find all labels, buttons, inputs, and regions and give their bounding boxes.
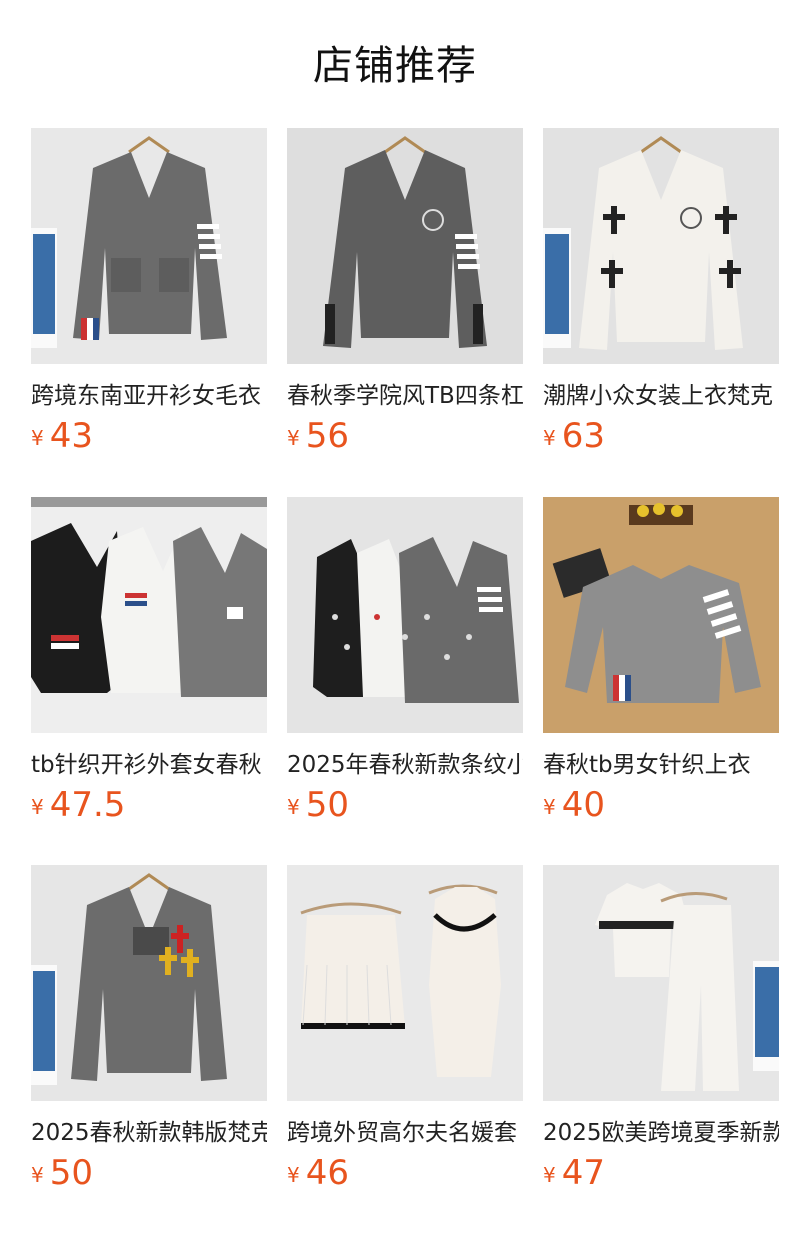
- product-title[interactable]: 春秋季学院风TB四条杠: [287, 382, 523, 410]
- product-title[interactable]: 跨境东南亚开衫女毛衣: [31, 382, 267, 410]
- product-image[interactable]: [543, 865, 779, 1101]
- product-card[interactable]: 春秋季学院风TB四条杠 ¥56: [287, 128, 523, 458]
- recommend-header: 店铺推荐: [0, 0, 790, 124]
- product-card[interactable]: tb针织开衫外套女春秋 ¥47.5: [31, 497, 267, 827]
- product-card[interactable]: 跨境东南亚开衫女毛衣 ¥43: [31, 128, 267, 458]
- product-price: ¥46: [287, 1153, 523, 1195]
- price-value: 43: [49, 416, 93, 456]
- currency-symbol: ¥: [31, 795, 44, 819]
- product-price: ¥63: [543, 416, 779, 458]
- product-image[interactable]: [287, 865, 523, 1101]
- product-image[interactable]: [31, 497, 267, 733]
- product-title[interactable]: tb针织开衫外套女春秋: [31, 751, 267, 779]
- product-card[interactable]: 跨境外贸高尔夫名媛套 ¥46: [287, 865, 523, 1195]
- currency-symbol: ¥: [287, 795, 300, 819]
- price-value: 47.5: [49, 785, 126, 825]
- product-image[interactable]: [543, 128, 779, 364]
- product-image[interactable]: [31, 128, 267, 364]
- product-title[interactable]: 潮牌小众女装上衣梵克: [543, 382, 779, 410]
- price-value: 56: [305, 416, 349, 456]
- product-price: ¥50: [31, 1153, 267, 1195]
- product-price: ¥50: [287, 785, 523, 827]
- product-price: ¥56: [287, 416, 523, 458]
- currency-symbol: ¥: [31, 1163, 44, 1187]
- product-card[interactable]: 2025欧美跨境夏季新款 ¥47: [543, 865, 779, 1195]
- page-title: 店铺推荐: [313, 43, 477, 89]
- product-card[interactable]: 春秋tb男女针织上衣 ¥40: [543, 497, 779, 827]
- price-value: 50: [305, 785, 349, 825]
- product-image[interactable]: [543, 497, 779, 733]
- product-card[interactable]: 潮牌小众女装上衣梵克 ¥63: [543, 128, 779, 458]
- currency-symbol: ¥: [543, 426, 556, 450]
- product-price: ¥47: [543, 1153, 779, 1195]
- currency-symbol: ¥: [543, 1163, 556, 1187]
- product-title[interactable]: 春秋tb男女针织上衣: [543, 751, 779, 779]
- product-price: ¥47.5: [31, 785, 267, 827]
- product-card[interactable]: 2025年春秋新款条纹小 ¥50: [287, 497, 523, 827]
- product-card[interactable]: 2025春秋新款韩版梵克 ¥50: [31, 865, 267, 1195]
- currency-symbol: ¥: [287, 426, 300, 450]
- currency-symbol: ¥: [31, 426, 44, 450]
- price-value: 63: [561, 416, 605, 456]
- price-value: 40: [561, 785, 605, 825]
- product-price: ¥40: [543, 785, 779, 827]
- price-value: 47: [561, 1153, 605, 1193]
- price-value: 46: [305, 1153, 349, 1193]
- product-title[interactable]: 跨境外贸高尔夫名媛套: [287, 1119, 523, 1147]
- currency-symbol: ¥: [287, 1163, 300, 1187]
- product-title[interactable]: 2025春秋新款韩版梵克: [31, 1119, 267, 1147]
- product-price: ¥43: [31, 416, 267, 458]
- product-image[interactable]: [287, 128, 523, 364]
- currency-symbol: ¥: [543, 795, 556, 819]
- product-title[interactable]: 2025欧美跨境夏季新款: [543, 1119, 779, 1147]
- price-value: 50: [49, 1153, 93, 1193]
- product-image[interactable]: [287, 497, 523, 733]
- product-title[interactable]: 2025年春秋新款条纹小: [287, 751, 523, 779]
- product-image[interactable]: [31, 865, 267, 1101]
